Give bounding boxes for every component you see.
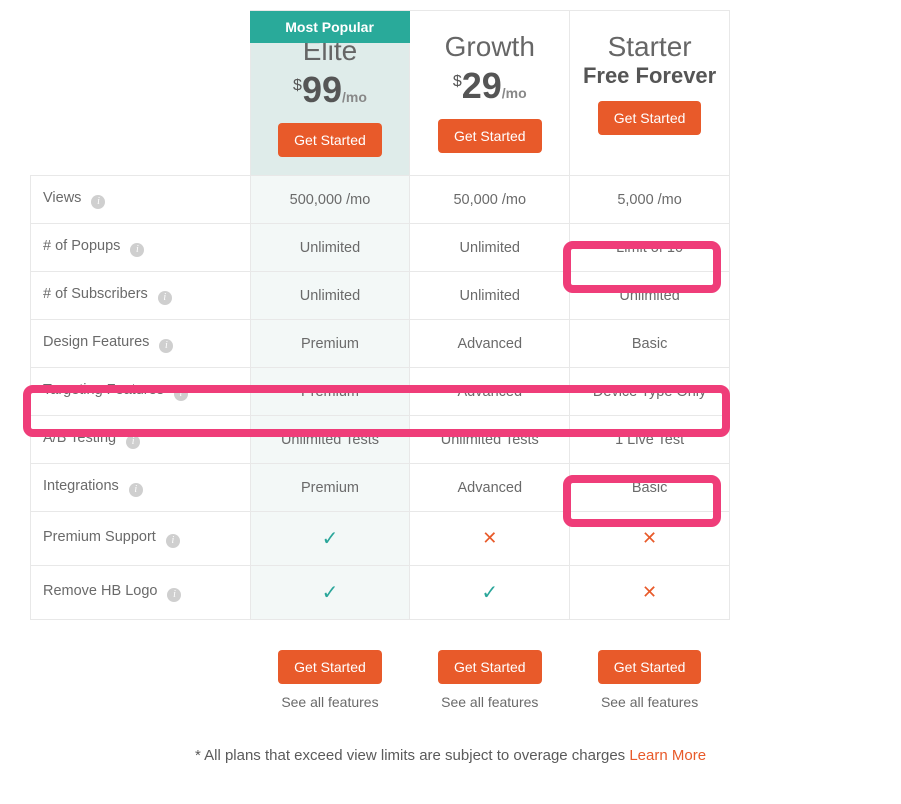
feature-row: Remove HB Logo i ✓ ✓ ✕ [31,566,730,620]
cross-icon: ✕ [482,528,497,548]
get-started-button[interactable]: Get Started [278,650,382,684]
feature-row: A/B Testing iUnlimited TestsUnlimited Te… [31,416,730,464]
plan-footer-elite: Get Started See all features [250,620,410,712]
get-started-button[interactable]: Get Started [598,101,702,135]
feature-value-elite: Unlimited Tests [250,416,410,464]
feature-value-starter: Basic [570,320,730,368]
feature-value-elite: Premium [250,368,410,416]
see-all-features-link[interactable]: See all features [571,694,729,710]
feature-label: Views i [31,176,251,224]
feature-value-growth: 50,000 /mo [410,176,570,224]
info-icon[interactable]: i [159,339,173,353]
feature-row: # of Subscribers iUnlimitedUnlimitedUnli… [31,272,730,320]
feature-value-starter: ✕ [570,566,730,620]
get-started-button[interactable]: Get Started [438,119,542,153]
plan-header-elite: Most Popular Elite $99/mo Get Started [250,11,410,176]
feature-value-starter: 1 Live Test [570,416,730,464]
plan-header-growth: Growth $29/mo Get Started [410,11,570,176]
feature-value-growth: Unlimited [410,224,570,272]
feature-label: Design Features i [31,320,251,368]
get-started-button[interactable]: Get Started [278,123,382,157]
feature-value-elite: Premium [250,464,410,512]
most-popular-badge: Most Popular [250,11,410,43]
plan-footer-growth: Get Started See all features [410,620,570,712]
info-icon[interactable]: i [126,435,140,449]
cross-icon: ✕ [642,582,657,602]
feature-value-growth: ✕ [410,512,570,566]
feature-value-starter: Basic [570,464,730,512]
feature-value-elite: 500,000 /mo [250,176,410,224]
feature-row: # of Popups iUnlimitedUnlimitedLimit of … [31,224,730,272]
feature-label: A/B Testing i [31,416,251,464]
feature-label: Targeting Features i [31,368,251,416]
feature-value-starter: ✕ [570,512,730,566]
feature-value-starter: Limit of 10 [570,224,730,272]
check-icon: ✓ [322,582,339,604]
feature-row: Design Features iPremiumAdvancedBasic [31,320,730,368]
feature-value-elite: ✓ [250,566,410,620]
info-icon[interactable]: i [174,387,188,401]
feature-row: Targeting Features iPremiumAdvancedDevic… [31,368,730,416]
see-all-features-link[interactable]: See all features [251,694,409,710]
info-icon[interactable]: i [167,588,181,602]
feature-value-elite: ✓ [250,512,410,566]
feature-value-elite: Unlimited [250,272,410,320]
pricing-table: Most Popular Elite $99/mo Get Started Gr… [0,0,901,764]
feature-value-growth: Advanced [410,464,570,512]
get-started-button[interactable]: Get Started [598,650,702,684]
info-icon[interactable]: i [130,243,144,257]
see-all-features-link[interactable]: See all features [411,694,569,710]
feature-row: Premium Support i ✓ ✕ ✕ [31,512,730,566]
feature-value-starter: 5,000 /mo [570,176,730,224]
feature-label: Integrations i [31,464,251,512]
feature-label: # of Popups i [31,224,251,272]
feature-value-elite: Unlimited [250,224,410,272]
feature-label: Remove HB Logo i [31,566,251,620]
feature-value-growth: ✓ [410,566,570,620]
feature-value-growth: Advanced [410,368,570,416]
feature-value-starter: Device Type Only [570,368,730,416]
plan-price: $29/mo [420,65,559,107]
check-icon: ✓ [481,582,498,604]
feature-row: Views i500,000 /mo50,000 /mo5,000 /mo [31,176,730,224]
feature-value-growth: Unlimited [410,272,570,320]
feature-value-growth: Unlimited Tests [410,416,570,464]
feature-label: # of Subscribers i [31,272,251,320]
plan-name: Growth [420,31,559,63]
feature-value-growth: Advanced [410,320,570,368]
info-icon[interactable]: i [158,291,172,305]
feature-label: Premium Support i [31,512,251,566]
feature-value-starter: Unlimited [570,272,730,320]
cross-icon: ✕ [642,528,657,548]
info-icon[interactable]: i [129,483,143,497]
learn-more-link[interactable]: Learn More [629,747,706,764]
feature-row: Integrations iPremiumAdvancedBasic [31,464,730,512]
feature-value-elite: Premium [250,320,410,368]
info-icon[interactable]: i [91,195,105,209]
plan-footer-starter: Get Started See all features [570,620,730,712]
plan-header-starter: Starter Free Forever Get Started [570,11,730,176]
check-icon: ✓ [322,528,339,550]
plan-subtitle: Free Forever [580,63,719,89]
plan-name: Starter [580,31,719,63]
plan-price: $99/mo [261,69,400,111]
info-icon[interactable]: i [166,534,180,548]
overage-disclaimer: * All plans that exceed view limits are … [0,747,901,764]
get-started-button[interactable]: Get Started [438,650,542,684]
